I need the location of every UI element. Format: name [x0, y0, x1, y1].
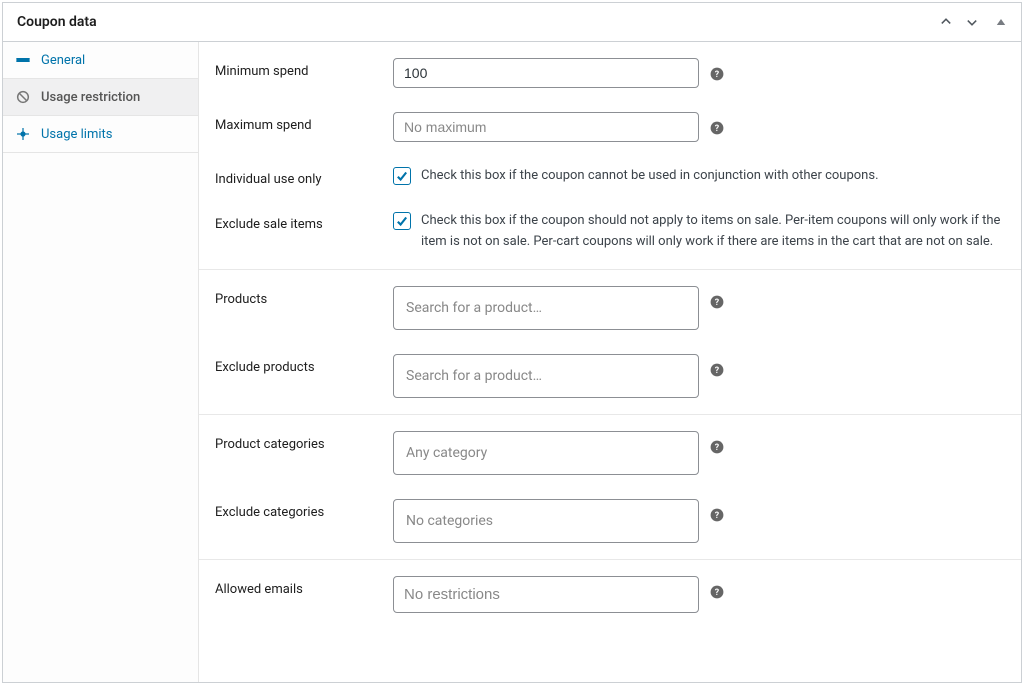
exclude-products-row: Exclude products Search for a product… ? [199, 342, 1021, 410]
minimum-spend-row: Minimum spend ? [199, 46, 1021, 100]
help-icon[interactable]: ? [709, 120, 725, 136]
collapse-button[interactable] [995, 16, 1007, 28]
ticket-icon [15, 52, 31, 68]
exclude-categories-label: Exclude categories [215, 499, 393, 520]
emails-section: Allowed emails ? [199, 560, 1021, 629]
svg-text:?: ? [715, 298, 720, 308]
help-icon[interactable]: ? [709, 362, 725, 378]
tab-label: General [41, 53, 85, 68]
panel-title: Coupon data [17, 14, 97, 30]
tab-label: Usage limits [41, 127, 112, 142]
help-icon[interactable]: ? [709, 439, 725, 455]
exclude-sale-items-row: Exclude sale items Check this box if the… [199, 199, 1021, 265]
categories-section: Product categories Any category ? Exclud… [199, 415, 1021, 560]
check-icon [395, 214, 409, 228]
exclude-categories-row: Exclude categories No categories ? [199, 487, 1021, 555]
chevron-up-icon [939, 15, 953, 29]
svg-text:?: ? [715, 443, 720, 453]
svg-text:?: ? [715, 511, 720, 521]
exclude-sale-items-checkbox[interactable] [393, 212, 411, 230]
chevron-down-icon [965, 15, 979, 29]
panel-body: General Usage restriction Usage limits M… [3, 42, 1021, 682]
individual-use-checkbox[interactable] [393, 167, 411, 185]
svg-text:?: ? [715, 588, 720, 598]
product-categories-row: Product categories Any category ? [199, 419, 1021, 487]
allowed-emails-label: Allowed emails [215, 576, 393, 597]
individual-use-description: Check this box if the coupon cannot be u… [421, 166, 879, 187]
products-section: Products Search for a product… ? Exclude… [199, 270, 1021, 415]
exclude-categories-select[interactable]: No categories [393, 499, 699, 543]
minimum-spend-input[interactable] [393, 58, 699, 88]
product-categories-select[interactable]: Any category [393, 431, 699, 475]
products-row: Products Search for a product… ? [199, 274, 1021, 342]
tab-label: Usage restriction [41, 90, 140, 105]
move-up-button[interactable] [937, 13, 955, 31]
maximum-spend-label: Maximum spend [215, 112, 393, 133]
sidebar-tabs: General Usage restriction Usage limits [3, 42, 199, 682]
move-down-button[interactable] [963, 13, 981, 31]
panel-header: Coupon data [3, 3, 1021, 42]
triangle-up-icon [995, 16, 1007, 28]
exclude-products-label: Exclude products [215, 354, 393, 375]
help-icon[interactable]: ? [709, 66, 725, 82]
products-label: Products [215, 286, 393, 307]
svg-text:?: ? [715, 124, 720, 134]
check-icon [395, 169, 409, 183]
allowed-emails-input[interactable] [393, 576, 699, 613]
help-icon[interactable]: ? [709, 294, 725, 310]
help-icon[interactable]: ? [709, 584, 725, 600]
header-controls [937, 13, 1007, 31]
exclude-sale-items-description: Check this box if the coupon should not … [421, 211, 1005, 253]
content-area: Minimum spend ? Maximum spend ? [199, 42, 1021, 682]
svg-text:?: ? [715, 366, 720, 376]
maximum-spend-input[interactable] [393, 112, 699, 142]
svg-text:?: ? [715, 70, 720, 80]
exclude-sale-items-label: Exclude sale items [215, 211, 393, 232]
individual-use-row: Individual use only Check this box if th… [199, 154, 1021, 199]
spend-section: Minimum spend ? Maximum spend ? [199, 42, 1021, 270]
tab-usage-limits[interactable]: Usage limits [3, 116, 198, 153]
tab-general[interactable]: General [3, 42, 198, 79]
coupon-data-panel: Coupon data General [2, 2, 1022, 683]
help-icon[interactable]: ? [709, 507, 725, 523]
minimum-spend-label: Minimum spend [215, 58, 393, 79]
ban-icon [15, 89, 31, 105]
limits-icon [15, 126, 31, 142]
individual-use-label: Individual use only [215, 166, 393, 187]
product-categories-label: Product categories [215, 431, 393, 452]
allowed-emails-row: Allowed emails ? [199, 564, 1021, 625]
exclude-products-select[interactable]: Search for a product… [393, 354, 699, 398]
products-select[interactable]: Search for a product… [393, 286, 699, 330]
tab-usage-restriction[interactable]: Usage restriction [3, 79, 198, 116]
maximum-spend-row: Maximum spend ? [199, 100, 1021, 154]
